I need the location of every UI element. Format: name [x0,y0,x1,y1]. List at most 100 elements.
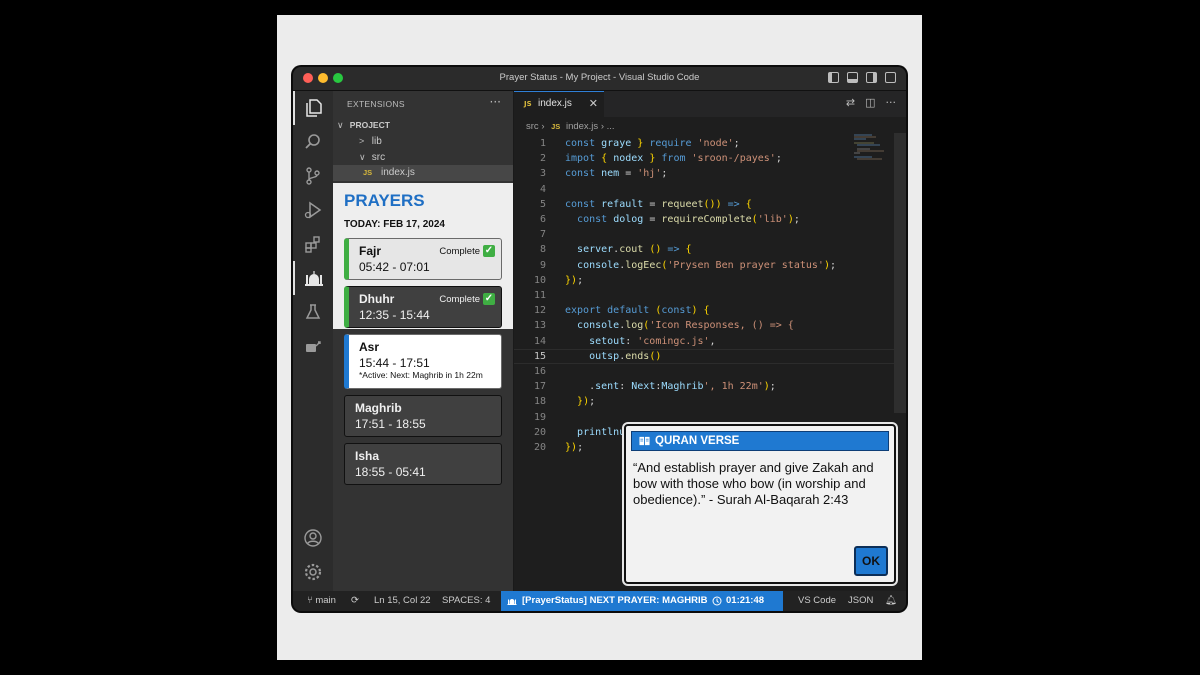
source-control-icon[interactable] [293,159,333,193]
code-line[interactable]: 14 setout: 'comingc.js', [514,334,894,349]
sidebar-title: EXTENSIONS [347,99,405,109]
tree-item-label: index.js [380,167,415,178]
line-number: 6 [539,214,546,225]
prayer-time: 12:35 - 15:44 [359,308,430,322]
tree-item-lib[interactable]: > lib [333,133,513,149]
js-file-icon: JS [551,122,561,131]
prayer-status-item[interactable]: [PrayerStatus] NEXT PRAYER: MAGHRIB 01:2… [501,591,783,611]
more-actions-icon[interactable]: ··· [490,95,501,109]
code-text: const refault = requeet()) => { [565,198,752,210]
code-text: export default (const) { [565,305,710,317]
line-number: 14 [533,335,546,347]
dialog-message: “And establish prayer and give Zakah and… [633,460,874,507]
prayer-card-dhuhr[interactable]: Dhuhr 12:35 - 15:44 Complete ✓ [344,286,502,328]
code-line[interactable]: 18 }); [514,394,894,409]
code-text: impot { nodex } from 'sroon-/payes'; [565,153,782,165]
line-number: 10 [533,274,546,286]
more-actions-icon[interactable]: ··· [886,96,897,109]
code-line[interactable]: 12 export default (const) { [514,303,894,318]
code-text: }); [577,396,596,408]
mosque-icon [507,599,517,605]
code-text: console.log('Icon Responses, () => { [577,320,794,332]
app-label[interactable]: VS Code [798,595,836,606]
prayer-card-fajr[interactable]: Fajr 05:42 - 07:01 Complete ✓ [344,238,502,280]
search-icon[interactable] [293,125,333,159]
code-text: printlnu [577,426,626,438]
code-text: const nem = 'hj'; [565,168,668,180]
breadcrumb-file[interactable]: index.js [566,121,598,132]
settings-gear-icon[interactable] [293,555,333,589]
close-tab-icon[interactable]: ✕ [589,97,598,110]
code-line[interactable]: 17 .sent: Next:Maghrib', 1h 22m'); [514,379,894,394]
prayer-name: Isha [355,449,380,463]
compare-changes-icon[interactable]: ⇄ [846,96,855,109]
breadcrumb-separator: › [541,121,545,132]
breadcrumb-tail[interactable]: › ... [601,121,615,132]
prayer-card-isha[interactable]: Isha 18:55 - 05:41 [344,443,502,485]
toggle-panel-icon[interactable] [847,72,858,83]
code-line[interactable]: 1 const graye } require 'node'; [514,136,894,151]
code-line[interactable]: 7 [514,227,894,242]
customize-layout-icon[interactable] [885,72,896,83]
vertical-scrollbar[interactable] [894,133,906,413]
code-text: .sent: Next:Maghrib', 1h 22m'); [565,381,776,393]
code-line[interactable]: 5 const refault = requeet()) => { [514,197,894,212]
tree-item-project[interactable]: ∨ PROJECT [333,117,513,133]
tree-item-label: PROJECT [349,120,390,130]
code-line[interactable]: 10}); [514,273,894,288]
layout-controls [828,72,896,83]
chevron-down-icon: ∨ [359,152,366,162]
indentation[interactable]: SPACES: 4 [442,595,490,606]
code-line[interactable]: 8 server.cout () => { [514,242,894,257]
code-line[interactable]: 15 outsp.ends() [514,349,894,364]
tab-label: index.js [538,98,572,109]
tree-item-index-js[interactable]: JS index.js [333,165,513,181]
account-icon[interactable] [293,521,333,555]
sync-icon[interactable]: ⟳ [351,595,359,606]
code-line[interactable]: 3 const nem = 'hj'; [514,166,894,181]
language-mode[interactable]: JSON [848,595,873,606]
explorer-icon[interactable] [293,91,333,125]
prayer-mosque-icon[interactable] [293,261,333,295]
testing-flask-icon[interactable] [293,295,333,329]
split-editor-icon[interactable]: ◫ [865,96,875,109]
code-line[interactable]: 2 impot { nodex } from 'sroon-/payes'; [514,151,894,166]
line-number: 18 [533,396,546,408]
git-branch-icon: ⑂ [307,595,313,606]
code-line[interactable]: 19 [514,410,894,425]
ok-button[interactable]: OK [854,546,888,576]
line-number: 3 [539,168,546,180]
code-line[interactable]: 16 [514,364,894,379]
line-number: 2 [539,153,546,165]
clock-icon [712,596,722,606]
extensions-icon[interactable] [293,227,333,261]
line-number: 17 [533,381,546,393]
prayer-card-asr[interactable]: Asr 15:44 - 17:51 *Active: Next: Maghrib… [344,334,502,389]
code-text: setout: 'comingc.js', [589,335,716,347]
code-line[interactable]: 4 [514,182,894,197]
sidebar: EXTENSIONS ··· ∨ PROJECT > lib ∨ src JS … [333,91,514,591]
chevron-down-icon: ∨ [337,120,344,130]
notifications-bell-icon[interactable]: 🔔︎ [885,595,897,606]
code-text: console.logEec('Prysen Ben prayer status… [577,259,836,271]
tree-item-label: lib [371,136,382,147]
code-line[interactable]: 11 [514,288,894,303]
cursor-position[interactable]: Ln 15, Col 22 [374,595,431,606]
tree-item-src[interactable]: ∨ src [333,149,513,165]
code-line[interactable]: 6 const dolog = requireComplete('lib'); [514,212,894,227]
line-number: 9 [539,259,546,271]
tab-index-js[interactable]: JS index.js ✕ [514,91,604,117]
breadcrumb: src › JS index.js › ... [526,121,615,132]
remote-explorer-icon[interactable] [293,329,333,363]
branch-indicator[interactable]: ⑂ main [307,595,336,606]
prayer-card-maghrib[interactable]: Maghrib 17:51 - 18:55 [344,395,502,437]
code-line[interactable]: 13 console.log('Icon Responses, () => { [514,318,894,333]
minimap[interactable] [854,133,894,173]
status-label: Complete [439,293,480,305]
prayer-name: Asr [359,340,380,354]
run-debug-icon[interactable] [293,193,333,227]
breadcrumb-folder[interactable]: src [526,121,539,132]
code-line[interactable]: 9 console.logEec('Prysen Ben prayer stat… [514,258,894,273]
toggle-secondary-sidebar-icon[interactable] [866,72,877,83]
toggle-primary-sidebar-icon[interactable] [828,72,839,83]
